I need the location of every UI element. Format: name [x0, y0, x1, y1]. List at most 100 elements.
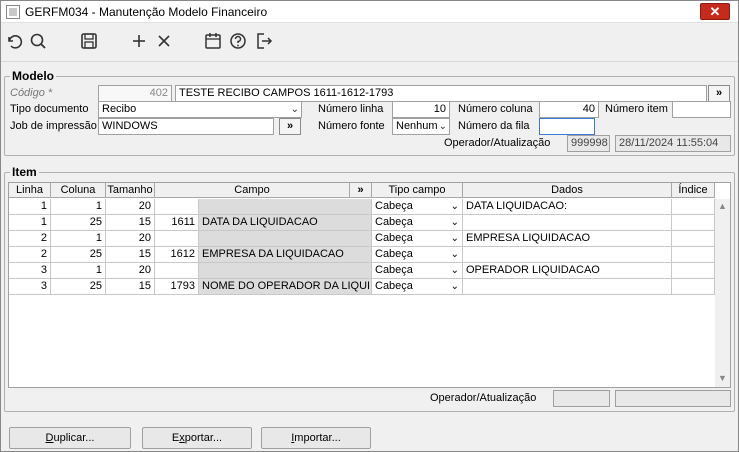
cell-tamanho[interactable]: 15	[106, 279, 155, 295]
exportar-button[interactable]: Exportar...	[142, 427, 252, 449]
codigo-field[interactable]: 402	[98, 85, 172, 102]
cell-tamanho[interactable]: 20	[106, 231, 155, 247]
vertical-scrollbar[interactable]: ▲ ▼	[715, 199, 730, 387]
job-lookup-button[interactable]: »	[279, 118, 301, 135]
cell-campo-code[interactable]: 1793	[155, 279, 199, 295]
add-icon[interactable]	[128, 30, 150, 52]
descricao-lookup-button[interactable]: »	[708, 85, 730, 102]
cell-text: DATA LIQUIDACAO:	[466, 200, 568, 212]
cell-tamanho[interactable]: 15	[106, 215, 155, 231]
cell-campo-desc[interactable]: EMPRESA DA LIQUIDACAO	[199, 247, 372, 263]
cell-campo-desc[interactable]: DATA DA LIQUIDACAO	[199, 215, 372, 231]
cell-tamanho[interactable]: 20	[106, 199, 155, 215]
cell-tipo[interactable]: Cabeça ⌄	[372, 231, 463, 247]
col-header-tamanho[interactable]: Tamanho	[106, 183, 155, 198]
chevron-down-icon: ⌄	[450, 217, 459, 228]
cell-tamanho[interactable]: 20	[106, 263, 155, 279]
descricao-field[interactable]: TESTE RECIBO CAMPOS 1611-1612-1793	[175, 85, 707, 102]
cell-campo-code[interactable]	[155, 199, 199, 215]
cell-campo-code[interactable]: 1612	[155, 247, 199, 263]
job-impressao-field[interactable]: WINDOWS	[98, 118, 274, 135]
cell-text: 1	[95, 232, 102, 244]
undo-icon[interactable]	[3, 30, 25, 52]
cell-coluna[interactable]: 25	[51, 247, 106, 263]
numero-item-field[interactable]	[672, 101, 731, 118]
numero-fila-field[interactable]	[539, 118, 595, 135]
search-icon[interactable]	[27, 30, 49, 52]
cell-tipo[interactable]: Cabeça ⌄	[372, 215, 463, 231]
col-header-dados[interactable]: Dados	[463, 183, 672, 198]
cell-campo-desc[interactable]	[199, 199, 372, 215]
cell-linha[interactable]: 3	[9, 279, 51, 295]
cell-linha[interactable]: 1	[9, 199, 51, 215]
numero-linha-field[interactable]: 10	[392, 101, 450, 118]
numero-coluna-field[interactable]: 40	[539, 101, 599, 118]
cell-indice[interactable]	[672, 199, 715, 215]
cell-dados[interactable]: OPERADOR LIQUIDACAO	[463, 263, 672, 279]
cell-text: 25	[89, 248, 102, 260]
cell-coluna[interactable]: 25	[51, 279, 106, 295]
cell-campo-code[interactable]: 1611	[155, 215, 199, 231]
cell-dados[interactable]	[463, 247, 672, 263]
cell-coluna[interactable]: 1	[51, 199, 106, 215]
modelo-group-title: Modelo	[10, 69, 56, 83]
close-button[interactable]: ✕	[700, 3, 730, 20]
duplicar-button[interactable]: Duplicar...	[9, 427, 131, 449]
cell-coluna[interactable]: 25	[51, 215, 106, 231]
scroll-up-icon[interactable]: ▲	[715, 201, 730, 213]
cell-dados[interactable]: DATA LIQUIDACAO:	[463, 199, 672, 215]
cell-coluna[interactable]: 1	[51, 263, 106, 279]
scroll-down-icon[interactable]: ▼	[715, 373, 730, 385]
cell-coluna[interactable]: 1	[51, 231, 106, 247]
exit-icon[interactable]	[253, 30, 275, 52]
cell-text: Cabeça	[375, 216, 413, 228]
chevron-down-icon: ⌄	[450, 233, 459, 244]
cell-campo-desc[interactable]: NOME DO OPERADOR DA LIQUIDAÇÃO	[199, 279, 372, 295]
cell-text: Cabeça	[375, 264, 413, 276]
cell-campo-code[interactable]	[155, 263, 199, 279]
delete-icon[interactable]	[153, 30, 175, 52]
cell-dados[interactable]: EMPRESA LIQUIDACAO	[463, 231, 672, 247]
main-window: GERFM034 - Manutenção Modelo Financeiro …	[0, 0, 739, 452]
cell-text: 20	[138, 200, 151, 212]
importar-button[interactable]: Importar...	[261, 427, 371, 449]
col-header-indice[interactable]: Índice	[672, 183, 715, 198]
cell-linha[interactable]: 3	[9, 263, 51, 279]
numero-fonte-select[interactable]: Nenhum ⌄	[392, 118, 450, 135]
cell-tipo[interactable]: Cabeça ⌄	[372, 263, 463, 279]
numero-fonte-label: Número fonte	[318, 120, 385, 132]
cell-dados[interactable]	[463, 279, 672, 295]
cell-campo-code[interactable]	[155, 231, 199, 247]
cell-indice[interactable]	[672, 231, 715, 247]
col-header-coluna[interactable]: Coluna	[51, 183, 106, 198]
cell-linha[interactable]: 2	[9, 231, 51, 247]
tipo-documento-select[interactable]: Recibo ⌄	[98, 101, 302, 118]
numero-coluna-label: Número coluna	[458, 103, 533, 115]
col-header-linha[interactable]: Linha	[9, 183, 51, 198]
col-header-tipo-campo[interactable]: Tipo campo	[372, 183, 463, 198]
cell-linha[interactable]: 1	[9, 215, 51, 231]
cell-indice[interactable]	[672, 247, 715, 263]
save-icon[interactable]	[78, 30, 100, 52]
cell-indice[interactable]	[672, 263, 715, 279]
app-icon	[6, 5, 20, 19]
cell-campo-desc[interactable]	[199, 231, 372, 247]
col-header-campo[interactable]: Campo	[155, 183, 350, 198]
cell-text: 25	[89, 280, 102, 292]
calendar-icon[interactable]	[202, 30, 224, 52]
cell-text: 3	[40, 280, 47, 292]
cell-indice[interactable]	[672, 279, 715, 295]
campo-expand-button[interactable]: »	[350, 183, 372, 198]
cell-indice[interactable]	[672, 215, 715, 231]
cell-campo-desc[interactable]	[199, 263, 372, 279]
help-icon[interactable]	[227, 30, 249, 52]
cell-linha[interactable]: 2	[9, 247, 51, 263]
cell-tipo[interactable]: Cabeça ⌄	[372, 247, 463, 263]
cell-dados[interactable]	[463, 215, 672, 231]
item-operador-field	[553, 390, 610, 407]
cell-tipo[interactable]: Cabeça ⌄	[372, 279, 463, 295]
cell-tamanho[interactable]: 15	[106, 247, 155, 263]
tipo-documento-label: Tipo documento	[10, 103, 89, 115]
cell-tipo[interactable]: Cabeça ⌄	[372, 199, 463, 215]
window-title: GERFM034 - Manutenção Modelo Financeiro	[25, 5, 268, 19]
